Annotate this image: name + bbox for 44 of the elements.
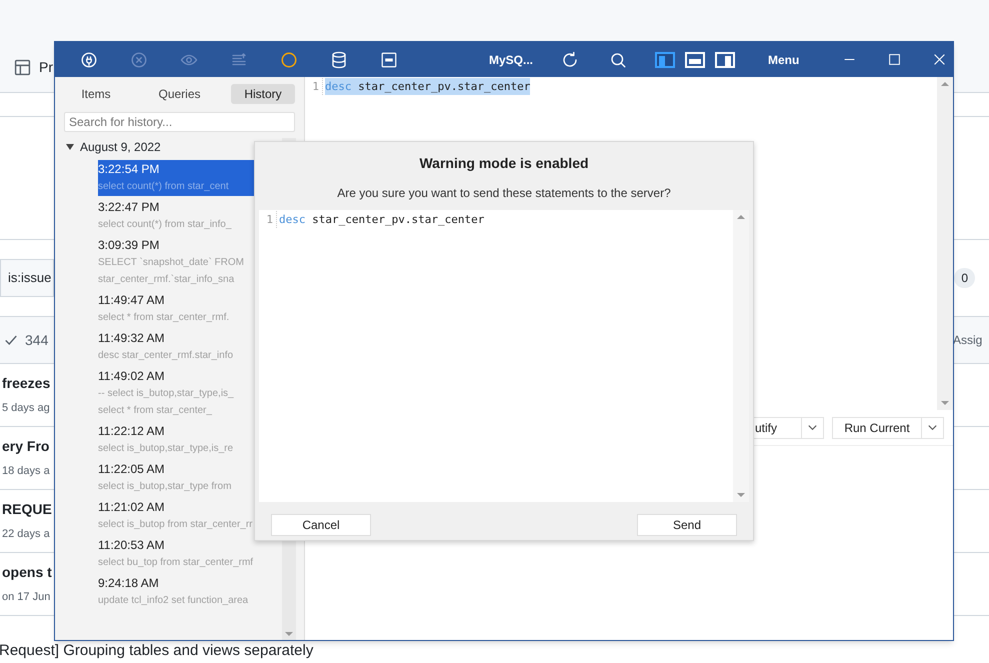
scrollbar[interactable] bbox=[937, 77, 953, 410]
menu-button[interactable]: Menu bbox=[768, 50, 800, 68]
history-entry[interactable]: 9:24:18 AM update tcl_info2 set function_area bbox=[98, 574, 282, 610]
projects-tab[interactable]: Pr bbox=[14, 57, 53, 78]
sidebar-tab[interactable]: History bbox=[231, 84, 295, 104]
count-badge: 0 bbox=[954, 268, 975, 288]
sidebar-tab[interactable]: Queries bbox=[148, 84, 212, 104]
status-circle-icon[interactable] bbox=[280, 50, 298, 68]
dialog-title: Warning mode is enabled bbox=[418, 154, 590, 173]
assignee-filter[interactable]: Assig bbox=[953, 331, 989, 349]
issue-meta: 18 days a bbox=[2, 464, 51, 480]
issue-meta: 22 days a bbox=[2, 527, 51, 542]
issue-meta: 5 days ag bbox=[2, 401, 51, 416]
code-line: desc star_center_pv.star_center bbox=[279, 212, 484, 228]
closed-count[interactable]: 344 bbox=[25, 330, 48, 350]
collapse-arrow-icon[interactable] bbox=[66, 144, 74, 150]
sidebar-tab[interactable]: Items bbox=[64, 84, 128, 104]
date-group[interactable]: August 9, 2022 bbox=[80, 138, 161, 156]
database-icon[interactable] bbox=[330, 50, 348, 68]
refresh-icon[interactable] bbox=[561, 50, 579, 68]
dialog-message: Are you sure you want to send these statements to the server? bbox=[336, 185, 672, 202]
close-icon[interactable] bbox=[933, 53, 946, 66]
line-number: 1 bbox=[307, 78, 323, 95]
plug-icon[interactable] bbox=[80, 50, 98, 68]
issue-meta: on 17 Jun bbox=[2, 590, 52, 606]
maximize-icon[interactable] bbox=[888, 53, 902, 66]
search-icon[interactable] bbox=[609, 50, 627, 68]
issue-title[interactable]: opens t bbox=[2, 562, 54, 584]
issue-title[interactable]: Request] Grouping tables and views separately bbox=[0, 642, 314, 659]
sql-file-icon[interactable] bbox=[380, 50, 398, 68]
check-icon bbox=[4, 333, 18, 347]
table-icon bbox=[14, 59, 31, 76]
issue-title[interactable]: ery Fro bbox=[2, 436, 54, 458]
issue-title[interactable]: freezes bbox=[2, 373, 54, 394]
window-title: MySQ... bbox=[489, 52, 534, 68]
issue-title[interactable]: REQUE bbox=[2, 499, 54, 520]
dialog-button[interactable]: Cancel bbox=[271, 514, 371, 536]
panel-layout-button[interactable] bbox=[655, 52, 675, 68]
dialog-button[interactable]: Send bbox=[637, 514, 737, 536]
scrollbar[interactable] bbox=[733, 210, 749, 502]
issue-search-field[interactable]: is:issue bbox=[0, 259, 54, 297]
line-number: 1 bbox=[261, 211, 277, 228]
history-search-field[interactable]: Search for history... bbox=[64, 112, 295, 132]
history-entry[interactable]: 11:20:53 AM select bu_top from star_center_rmf bbox=[98, 536, 282, 572]
